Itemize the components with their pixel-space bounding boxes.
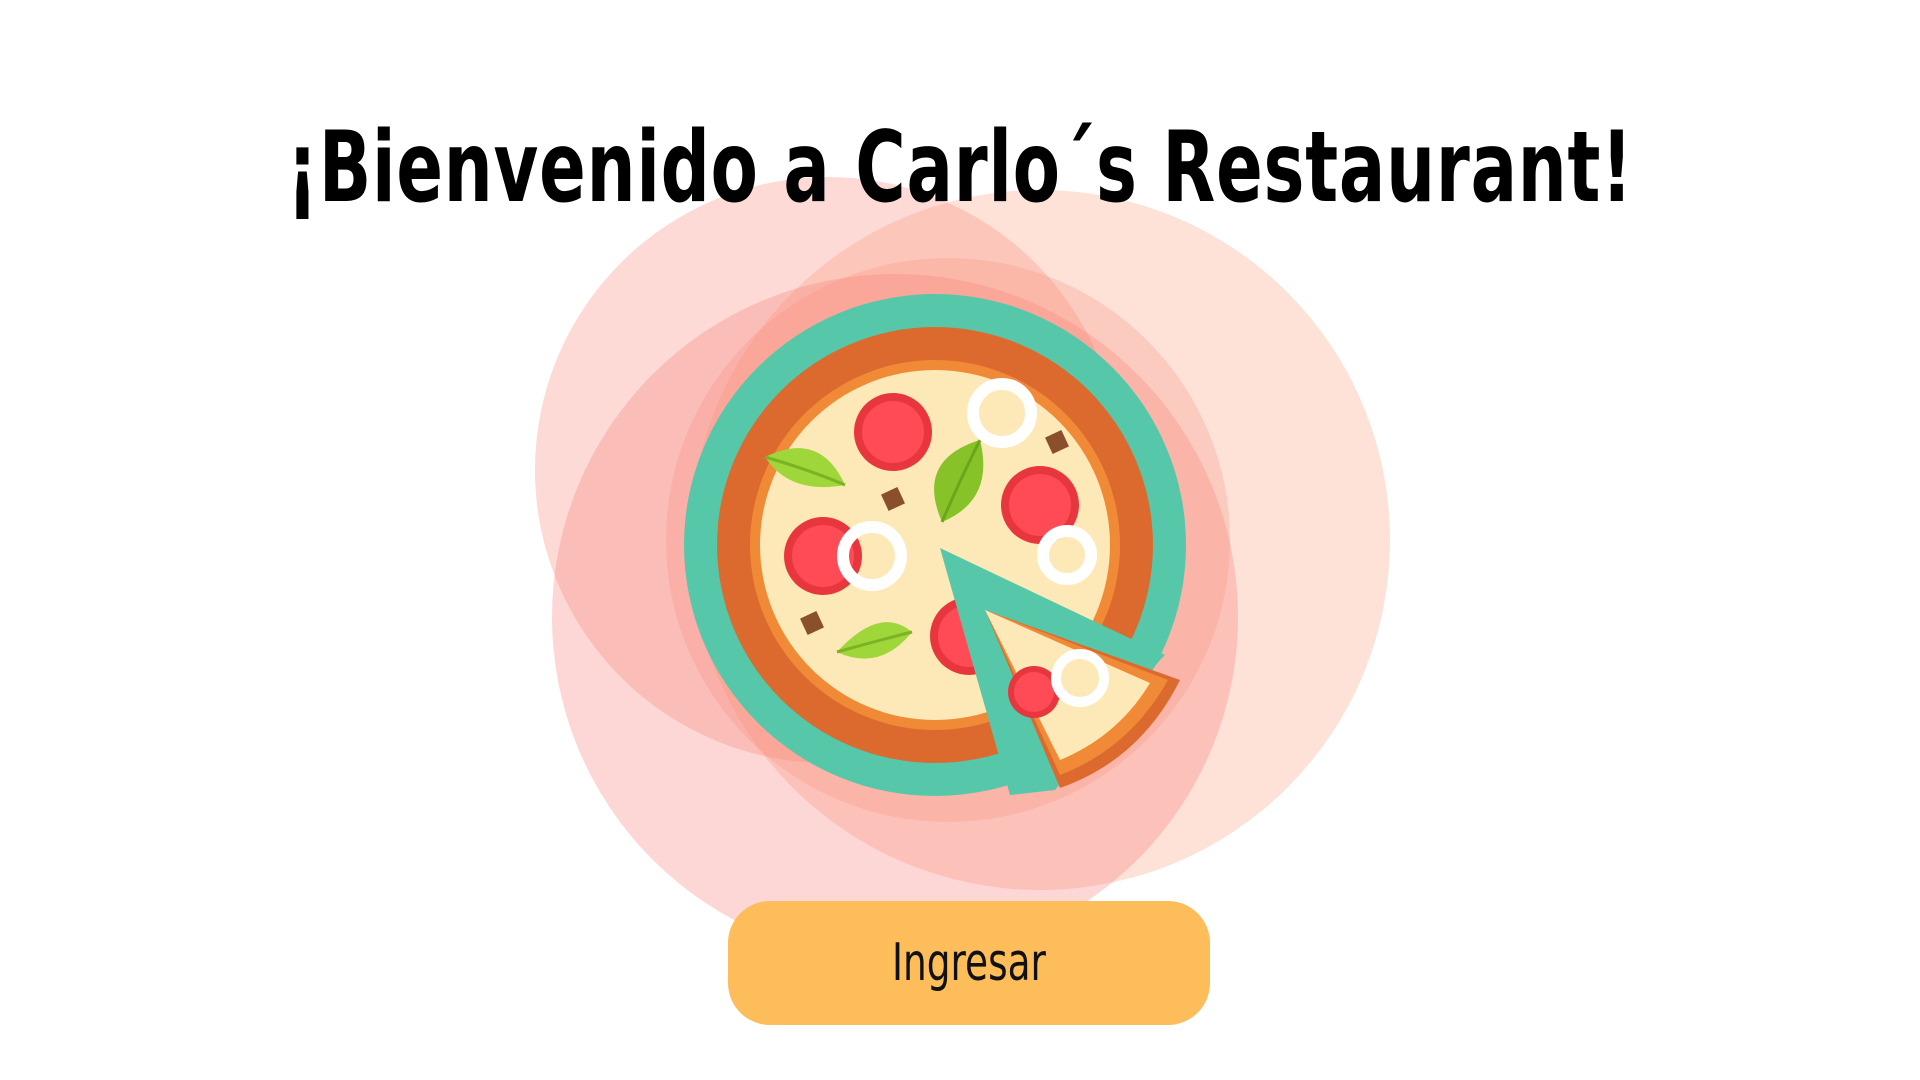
enter-button[interactable]: Ingresar bbox=[728, 901, 1210, 1025]
page-title: ¡Bienvenido a Carlo´s Restaurant! bbox=[286, 110, 1634, 225]
welcome-page: ¡Bienvenido a Carlo´s Restaurant! Ingres… bbox=[0, 0, 1920, 1080]
enter-button-label: Ingresar bbox=[892, 933, 1046, 993]
pizza-icon bbox=[684, 294, 1186, 796]
